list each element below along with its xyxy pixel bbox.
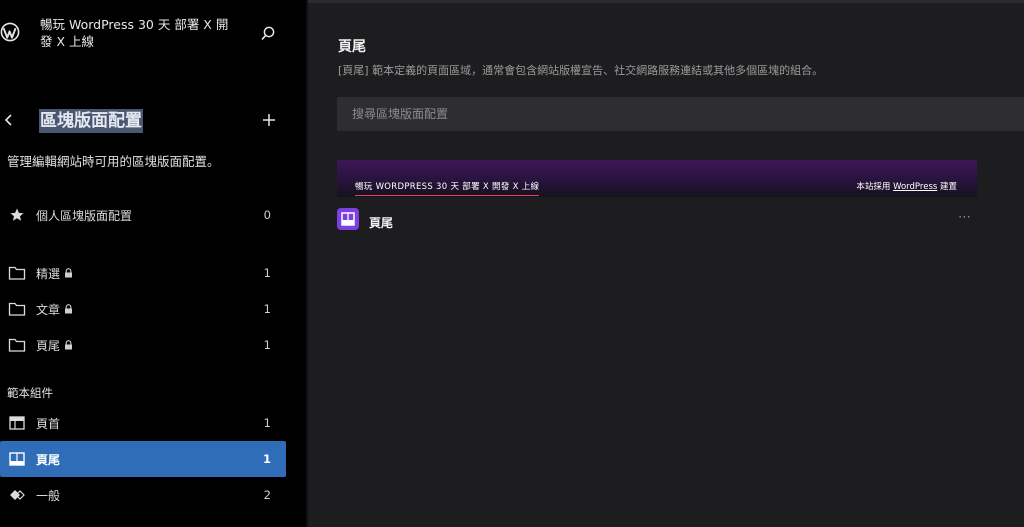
sidebar-item-label: 頁首 — [36, 416, 61, 431]
sidebar-item-label: 文章 — [36, 302, 61, 317]
header-icon — [8, 414, 26, 432]
sidebar-item-count: 1 — [263, 302, 271, 316]
sidebar-item-featured[interactable]: 精選 1 — [0, 255, 286, 291]
star-icon — [8, 206, 26, 224]
sidebar-item-count: 1 — [263, 338, 271, 352]
sidebar-item-count: 0 — [263, 208, 271, 222]
sidebar-item-my-patterns[interactable]: 個人區塊版面配置 0 — [0, 197, 286, 233]
main-content: 頁尾 [頁尾] 範本定義的頁面區域，通常會包含網站版權宣告、社交網路服務連結或其… — [308, 3, 1024, 527]
preview-credit-link[interactable]: WordPress — [893, 182, 937, 192]
page-title: 頁尾 — [338, 39, 366, 55]
more-options-icon[interactable]: ⋯ — [958, 210, 972, 225]
sidebar: 暢玩 WordPress 30 天 部署 X 開發 X 上線 區塊版面配置 管理… — [0, 0, 300, 527]
section-description: 管理編輯網站時可用的區塊版面配置。 — [7, 154, 220, 169]
lock-icon — [65, 304, 73, 314]
sidebar-item-label: 精選 — [36, 266, 61, 281]
sidebar-item-general[interactable]: 一般 2 — [0, 477, 286, 513]
lock-icon — [65, 268, 73, 278]
page-description: [頁尾] 範本定義的頁面區域，通常會包含網站版權宣告、社交網路服務連結或其他多個… — [338, 64, 824, 77]
sidebar-item-footer[interactable]: 頁尾 1 — [0, 441, 286, 477]
sidebar-item-footer-category[interactable]: 頁尾 1 — [0, 327, 286, 363]
footer-pattern-icon — [337, 208, 359, 230]
general-icon — [8, 486, 26, 504]
lock-icon — [65, 340, 73, 350]
preview-credit-suffix: 建置 — [937, 182, 957, 192]
sidebar-item-label: 頁尾 — [36, 452, 61, 467]
sidebar-item-count: 1 — [262, 452, 271, 466]
preview-credit-prefix: 本站採用 — [856, 182, 894, 192]
search-input[interactable] — [337, 97, 1024, 131]
search-icon[interactable] — [258, 24, 278, 44]
sidebar-item-posts[interactable]: 文章 1 — [0, 291, 286, 327]
sidebar-item-count: 1 — [263, 266, 271, 280]
template-parts-heading: 範本組件 — [7, 386, 53, 400]
site-title[interactable]: 暢玩 WordPress 30 天 部署 X 開發 X 上線 — [40, 16, 240, 50]
folder-icon — [8, 264, 26, 282]
sidebar-item-label: 頁尾 — [36, 338, 61, 353]
folder-icon — [8, 336, 26, 354]
sidebar-item-count: 1 — [263, 416, 271, 430]
pattern-name[interactable]: 頁尾 — [369, 214, 393, 231]
footer-icon — [8, 450, 26, 468]
preview-site-title: 暢玩 WORDPRESS 30 天 部署 X 開發 X 上線 — [355, 180, 540, 196]
section-title: 區塊版面配置 — [39, 109, 143, 133]
back-chevron-icon[interactable] — [0, 111, 18, 129]
sidebar-item-label: 一般 — [36, 488, 61, 503]
wordpress-logo-icon[interactable] — [0, 22, 20, 42]
folder-icon — [8, 300, 26, 318]
add-pattern-icon[interactable] — [259, 110, 279, 130]
preview-credit: 本站採用 WordPress 建置 — [856, 180, 957, 192]
sidebar-item-header[interactable]: 頁首 1 — [0, 405, 286, 441]
sidebar-item-count: 2 — [263, 488, 271, 502]
sidebar-item-label: 個人區塊版面配置 — [36, 208, 133, 223]
pattern-preview[interactable]: 暢玩 WORDPRESS 30 天 部署 X 開發 X 上線 本站採用 Word… — [337, 160, 977, 197]
